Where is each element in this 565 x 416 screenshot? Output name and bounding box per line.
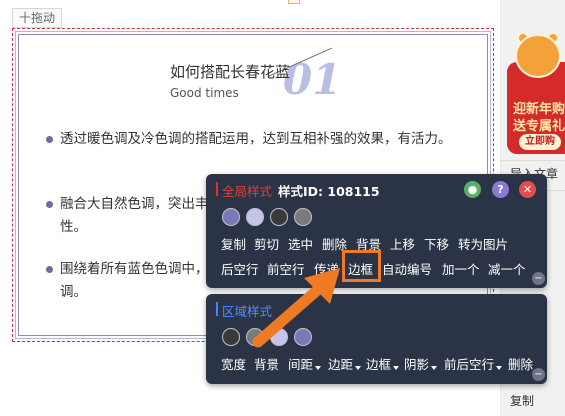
line-after-button[interactable]: 后空行 (221, 259, 259, 278)
global-style-title: 全局样式 (222, 184, 273, 199)
lock-icon[interactable]: ● (464, 181, 481, 198)
color-swatch[interactable] (222, 328, 240, 346)
tiger-mascot-icon (515, 34, 561, 78)
panel-accent-bar (216, 302, 218, 316)
line-around-label: 前后空行 (444, 357, 495, 372)
region-style-panel: 区域样式 宽度 背景 间距 边距 边框 阴影 前后空行 删除 − (206, 294, 547, 384)
copy-button[interactable]: 复制 (221, 234, 246, 253)
collapse-icon[interactable]: − (532, 272, 545, 285)
promo-line-2: 送专属礼 (513, 119, 565, 134)
spacing-label: 间距 (288, 357, 314, 372)
drag-handle[interactable]: 十拖动 (12, 8, 63, 28)
color-swatch[interactable] (294, 208, 312, 226)
article-title: 如何搭配长春花蓝 (170, 63, 291, 81)
chevron-down-icon (431, 366, 438, 370)
collapse-icon[interactable]: − (532, 368, 545, 381)
bullet-item: 透过暖色调及冷色调的搭配运用，达到互相补强的效果，有活力。 (32, 128, 472, 151)
chevron-down-icon (315, 366, 322, 370)
sidebar-divider (500, 160, 565, 161)
region-delete-button[interactable]: 删除 (508, 354, 533, 373)
spacing-dropdown[interactable]: 间距 (288, 354, 322, 373)
new-year-promo-banner[interactable]: 迎新年购 送专属礼 立即购 (507, 32, 565, 154)
chevron-down-icon (393, 366, 400, 370)
article-subtitle: Good times (170, 86, 239, 100)
editor-stage: 十拖动 01 如何搭配长春花蓝 Good times 透过暖色调及冷色调的搭配运… (0, 0, 565, 416)
remove-one-button[interactable]: 减一个 (488, 259, 526, 278)
panel-accent-bar (216, 182, 218, 196)
move-up-button[interactable]: 上移 (390, 234, 415, 253)
style-id-label: 样式ID: 108115 (278, 184, 380, 199)
promo-buy-button[interactable]: 立即购 (519, 134, 561, 150)
highlight-box (342, 250, 381, 282)
pass-style-button[interactable]: 传递 (314, 259, 339, 278)
region-background-button[interactable]: 背景 (254, 354, 279, 373)
color-swatch[interactable] (246, 208, 264, 226)
color-swatch[interactable] (270, 208, 288, 226)
margin-label: 边距 (328, 357, 354, 372)
line-around-dropdown[interactable]: 前后空行 (444, 354, 503, 373)
help-icon[interactable]: ? (492, 181, 509, 198)
convert-to-image-button[interactable]: 转为图片 (458, 234, 508, 253)
width-button[interactable]: 宽度 (221, 354, 246, 373)
chevron-down-icon (355, 366, 362, 370)
shadow-dropdown[interactable]: 阴影 (404, 354, 438, 373)
bullet-dot-icon (46, 136, 53, 143)
cut-button[interactable]: 剪切 (254, 234, 279, 253)
bullet-dot-icon (46, 266, 53, 273)
add-one-button[interactable]: 加一个 (442, 259, 480, 278)
insertion-marker (288, 0, 300, 4)
bullet-dot-icon (46, 201, 53, 208)
move-down-button[interactable]: 下移 (424, 234, 449, 253)
auto-number-button[interactable]: 自动编号 (382, 259, 432, 278)
region-border-dropdown[interactable]: 边框 (366, 354, 400, 373)
chevron-down-icon (496, 366, 503, 370)
color-swatch[interactable] (294, 328, 312, 346)
region-border-label: 边框 (366, 357, 392, 372)
color-swatch[interactable] (246, 328, 264, 346)
close-icon[interactable]: ✕ (519, 181, 536, 198)
select-button[interactable]: 选中 (288, 234, 313, 253)
line-before-button[interactable]: 前空行 (267, 259, 305, 278)
region-style-title: 区域样式 (222, 304, 273, 319)
sidebar-item-copy-2[interactable]: 复制 (510, 392, 534, 409)
margin-dropdown[interactable]: 边距 (328, 354, 362, 373)
color-swatch[interactable] (270, 328, 288, 346)
section-number: 01 (283, 55, 342, 104)
shadow-label: 阴影 (404, 357, 430, 372)
bullet-text: 透过暖色调及冷色调的搭配运用，达到互相补强的效果，有活力。 (60, 131, 452, 147)
color-swatch[interactable] (222, 208, 240, 226)
